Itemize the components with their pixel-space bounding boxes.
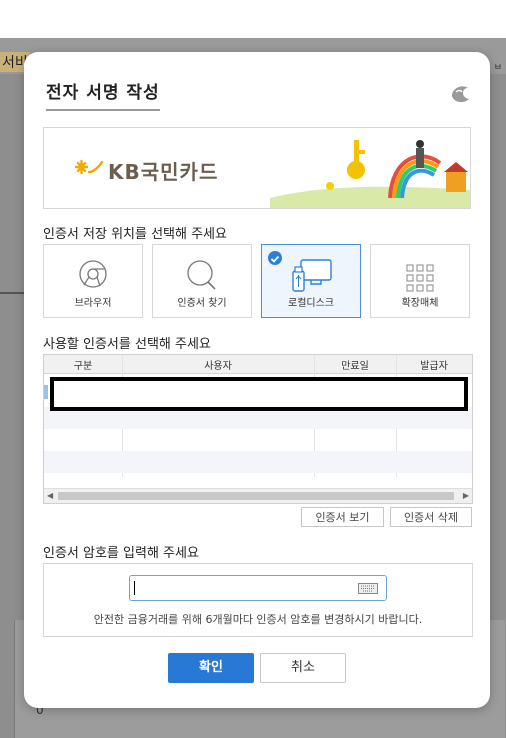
location-extended-media[interactable]: 확장매체 [370,244,470,318]
storage-location-group: 브라우저 인증서 찾기 로컬디스크 확장매체 [43,244,473,320]
local-disk-icon [292,259,332,292]
dolphin-logo-icon [452,86,469,103]
column-header-issuer: 발급자 [420,361,448,372]
banner-illustration [270,140,470,208]
dialog-title: 전자 서명 작성 [46,78,160,111]
confirm-button[interactable]: 확인 [168,653,254,683]
search-icon [187,260,216,290]
certificate-table[interactable]: 구분 사용자 만료일 발급자 ◀ ▶ [43,354,473,504]
location-local-disk[interactable]: 로컬디스크 [261,244,361,318]
password-section: 안전한 금융거래를 위해 6개월마다 인증서 암호를 변경하시기 바랍니다. [43,563,473,637]
browser-icon [79,260,107,288]
extended-media-icon [406,264,434,292]
banner-brand-text: KB국민카드 [108,160,219,184]
column-header-expiry: 만료일 [341,361,369,372]
view-cert-button[interactable]: 인증서 보기 [301,507,384,527]
table-row[interactable] [44,451,472,473]
background-top [0,0,506,38]
background-divider [0,292,26,294]
password-input[interactable] [129,575,387,601]
column-header-type: 구분 [73,361,93,372]
location-extended-media-label: 확장매체 [401,298,439,309]
location-find-cert[interactable]: 인증서 찾기 [152,244,252,318]
kb-card-banner: KB국민카드 [43,127,471,209]
location-browser[interactable]: 브라우저 [43,244,143,318]
selected-check-icon [268,251,282,265]
location-find-cert-label: 인증서 찾기 [177,298,227,309]
selected-row-marker [44,385,48,399]
scroll-left-icon[interactable]: ◀ [47,491,53,500]
virtual-keyboard-icon[interactable] [358,583,378,594]
column-header-user: 사용자 [204,361,232,372]
password-change-notice: 안전한 금융거래를 위해 6개월마다 인증서 암호를 변경하시기 바랍니다. [93,613,423,626]
location-local-disk-label: 로컬디스크 [288,298,334,309]
scroll-right-icon[interactable]: ▶ [463,491,469,500]
table-horizontal-scrollbar[interactable]: ◀ ▶ [44,488,472,503]
redacted-certificate-row[interactable] [50,377,468,411]
kb-star-icon [74,159,104,175]
location-browser-label: 브라우저 [74,298,112,309]
cancel-button[interactable]: 취소 [260,653,346,683]
password-prompt: 인증서 암호를 입력해 주세요 [43,546,199,561]
signature-dialog: 전자 서명 작성 KB국민카드 인증서 저장 위치를 선택해 주세요 브라우저 … [24,52,490,708]
background-right-label: ㅂ [493,63,502,73]
cert-prompt: 사용할 인증서를 선택해 주세요 [43,337,211,352]
scrollbar-thumb[interactable] [58,492,454,500]
text-caret [134,581,135,595]
delete-cert-button[interactable]: 인증서 삭제 [390,507,472,527]
location-prompt: 인증서 저장 위치를 선택해 주세요 [43,227,227,242]
certificate-table-header: 구분 사용자 만료일 발급자 [44,355,472,374]
